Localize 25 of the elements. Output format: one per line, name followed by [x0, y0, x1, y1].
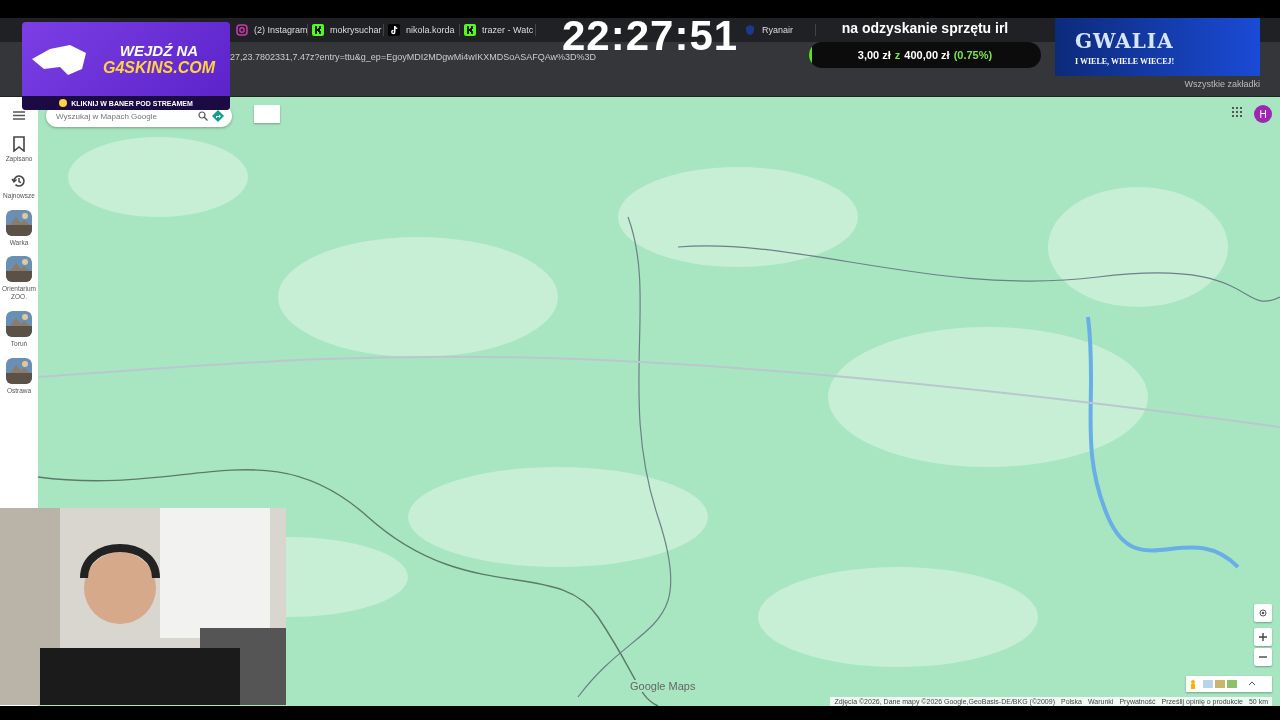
browser-tab[interactable]: Ryanair [740, 24, 816, 36]
tab-favicon-icon [388, 24, 400, 36]
tab-favicon-icon [236, 24, 248, 36]
goal-separator: z [894, 49, 901, 61]
goal-target: 400,00 zł [904, 49, 950, 61]
goal-raised: 3,00 zł [857, 49, 891, 61]
browser-tab[interactable]: nikola.korda [384, 24, 460, 36]
tab-favicon-icon [464, 24, 476, 36]
promo-logo: GWALIA [1075, 28, 1175, 53]
tab-favicon-icon [312, 24, 324, 36]
goal-title: na odzyskanie sprzętu irl [841, 20, 1009, 36]
bookmark-icon [12, 136, 26, 152]
tab-favicon-icon [744, 24, 756, 36]
history-icon [11, 172, 27, 189]
address-bar-url[interactable]: 27,23.7802331,7.47z?entry=ttu&g_ep=EgoyMDI2MDgwMi4wIKXMDSoASAFQAw%3D%3D [230, 52, 597, 62]
promo-tagline: I WIELE, WIELE WIECEJ! [1075, 56, 1176, 66]
browser-tab[interactable]: (2) Instagram [232, 24, 308, 36]
menu-icon[interactable] [13, 111, 25, 120]
goal-percent: (0.75%) [953, 49, 993, 61]
browser-tab[interactable]: trazer - Watc [460, 24, 536, 36]
browser-tab[interactable]: mokrysuchar [308, 24, 384, 36]
promo-banner[interactable]: GWALIA I WIELE, WIELE WIECEJ! [1055, 18, 1260, 76]
bookmarks-folder[interactable]: Wszystkie zakładki [1184, 79, 1260, 89]
ad-domain: G4SKINS.COM [103, 58, 215, 77]
ad-headline: WEJDŹ NA [119, 41, 199, 59]
